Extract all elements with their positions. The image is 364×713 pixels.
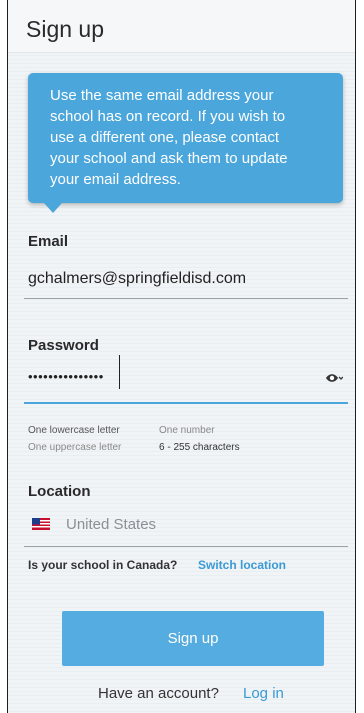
tooltip-line: use a different one, please contact — [50, 129, 280, 146]
requirement-uppercase: One uppercase letter — [28, 442, 122, 453]
tooltip-tail — [44, 203, 62, 213]
requirement-lowercase: One lowercase letter — [28, 425, 120, 436]
text-cursor — [119, 355, 120, 389]
login-link[interactable]: Log in — [243, 685, 284, 702]
password-label: Password — [28, 337, 99, 354]
us-flag-icon — [32, 518, 50, 530]
email-underline — [24, 298, 348, 299]
email-label: Email — [28, 233, 69, 250]
header: Sign up — [8, 0, 355, 53]
have-account-text: Have an account? — [98, 685, 219, 702]
switch-location-link[interactable]: Switch location — [198, 558, 286, 572]
location-underline — [24, 546, 348, 547]
tooltip-line: your school and ask them to update — [50, 150, 288, 167]
signup-panel: Sign up Use the same email address your … — [7, 0, 356, 713]
eye-icon[interactable] — [325, 372, 343, 384]
email-field[interactable]: gchalmers@springfieldisd.com — [28, 270, 246, 288]
password-field[interactable]: ••••••••••••••• — [28, 369, 104, 384]
canada-question: Is your school in Canada? — [28, 558, 178, 572]
tooltip-line: school has on record. If you wish to — [50, 108, 286, 125]
requirement-length: 6 - 255 characters — [159, 442, 240, 453]
password-underline — [24, 402, 348, 404]
signup-button[interactable]: Sign up — [62, 611, 324, 666]
email-tooltip: Use the same email address your school h… — [28, 73, 343, 203]
requirement-number: One number — [159, 425, 215, 436]
tooltip-line: your email address. — [50, 171, 181, 188]
page-title: Sign up — [26, 16, 105, 42]
tooltip-line: Use the same email address your — [50, 87, 274, 104]
location-select[interactable]: United States — [66, 516, 156, 533]
location-label: Location — [28, 483, 91, 500]
